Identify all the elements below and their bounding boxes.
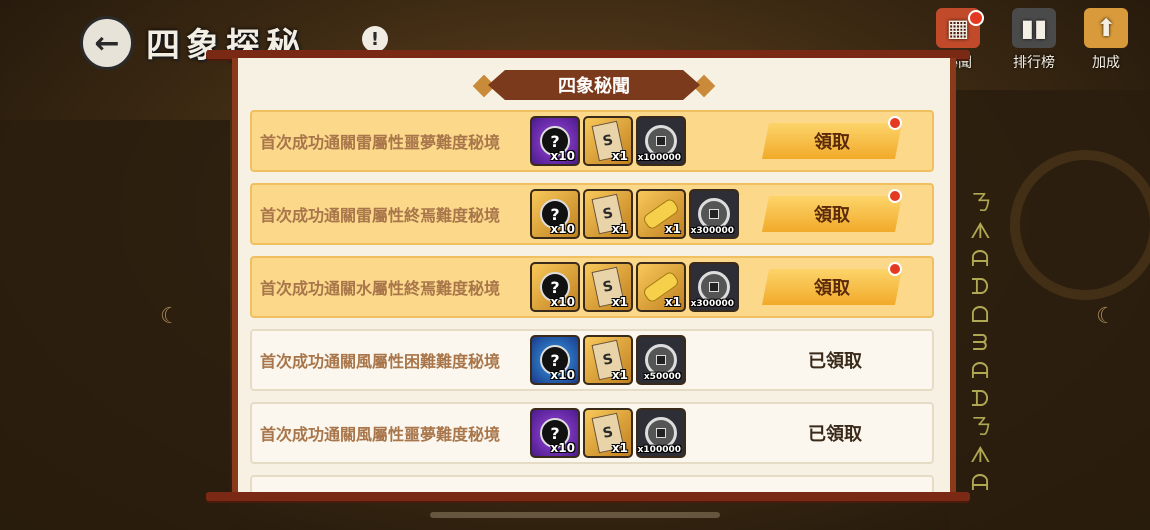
reward-item[interactable]: Sx1 (583, 189, 633, 239)
reward-count: x10 (550, 368, 575, 382)
reward-item[interactable]: x100000 (636, 116, 686, 166)
reward-count: x1 (611, 149, 628, 163)
reward-item[interactable]: ? x10 (530, 335, 580, 385)
reward-item[interactable]: Sx1 (583, 262, 633, 312)
ranking-button[interactable]: ▮▮ 排行榜 (1006, 8, 1062, 72)
notification-dot (888, 262, 902, 276)
reward-count: x10 (550, 149, 575, 163)
background-moon-decoration: ☾ (1096, 304, 1116, 329)
reward-count: x1 (664, 222, 681, 236)
rewards-panel: 四象秘聞 首次成功通關雷屬性噩夢難度秘境? x10 Sx1 x100000 領取 首次成功… (232, 58, 956, 498)
reward-item[interactable]: x300000 (689, 189, 739, 239)
reward-condition-text: 首次成功通關風屬性困難難度秘境 (260, 352, 501, 371)
reward-count: x50000 (643, 372, 681, 382)
top-icon-label: 加成 (1092, 55, 1120, 71)
notification-dot (968, 10, 984, 26)
reward-row: 首次成功通關水屬性終焉難度秘境? x10 Sx1 x1 x300000 領取 (250, 256, 934, 318)
bonus-icon: ⬆ (1084, 8, 1128, 48)
info-icon[interactable]: ! (362, 26, 388, 52)
notification-dot (888, 189, 902, 203)
top-icon-label: 排行榜 (1013, 55, 1055, 71)
home-indicator (430, 512, 720, 518)
reward-row: 首次成功通關風屬性噩夢難度秘境 ? x10 Sx1 x100000 已領取 (250, 402, 934, 464)
claimed-status-label: 已領取 (808, 424, 862, 445)
reward-count: x1 (611, 295, 628, 309)
reward-count: x1 (664, 295, 681, 309)
back-button[interactable]: ← (80, 16, 134, 70)
reward-item[interactable]: ? x10 (530, 189, 580, 239)
reward-item[interactable]: ? x10 (530, 116, 580, 166)
reward-count: x1 (611, 222, 628, 236)
claim-button[interactable]: 領取 (762, 123, 902, 159)
reward-items: ? x10 Sx1 x1 x300000 (530, 189, 739, 239)
reward-condition-text: 首次成功通關雷屬性噩夢難度秘境 (260, 133, 501, 152)
reward-count: x10 (550, 441, 575, 455)
side-rune-decoration: ㄋᗑᗩᗪᗝᗱᗩᗪㄋᗑᗩ (970, 191, 993, 496)
reward-row: 首次成功通關雷屬性終焉難度秘境? x10 Sx1 x1 x300000 領取 (250, 183, 934, 245)
claim-button[interactable]: 領取 (762, 196, 902, 232)
reward-item[interactable]: x50000 (636, 335, 686, 385)
claim-button[interactable]: 領取 (762, 269, 902, 305)
reward-item[interactable]: ? x10 (530, 408, 580, 458)
reward-condition-text: 首次成功通關風屬性噩夢難度秘境 (260, 425, 501, 444)
reward-count: x1 (611, 368, 628, 382)
claimed-status-label: 已領取 (808, 351, 862, 372)
reward-items: ? x10 Sx1 x50000 (530, 335, 686, 385)
reward-items: ? x10 Sx1 x1 x300000 (530, 262, 739, 312)
panel-title: 四象秘聞 (488, 70, 700, 100)
background-moon-decoration: ☾ (160, 304, 180, 329)
scroll-rod-bottom (206, 492, 970, 501)
reward-condition-text: 首次成功通關雷屬性終焉難度秘境 (260, 206, 501, 225)
notification-dot (888, 116, 902, 130)
reward-count: x1 (611, 441, 628, 455)
reward-item[interactable]: x100000 (636, 408, 686, 458)
reward-item[interactable]: x1 (636, 189, 686, 239)
reward-count: x100000 (637, 445, 681, 455)
reward-condition-text: 首次成功通關水屬性終焉難度秘境 (260, 279, 501, 298)
reward-count: x300000 (690, 299, 734, 309)
reward-count: x10 (550, 295, 575, 309)
reward-item[interactable]: Sx1 (583, 335, 633, 385)
ranking-icon: ▮▮ (1012, 8, 1056, 48)
background-wheel-decoration (1010, 150, 1150, 300)
reward-count: x100000 (637, 153, 681, 163)
reward-item[interactable]: Sx1 (583, 116, 633, 166)
reward-row: 首次成功通關風屬性困難難度秘境 ? x10 Sx1 x50000 已領取 (250, 329, 934, 391)
reward-items: ? x10 Sx1 x100000 (530, 116, 686, 166)
reward-item[interactable]: x300000 (689, 262, 739, 312)
background-building-left (0, 120, 230, 530)
bonus-button[interactable]: ⬆ 加成 (1078, 8, 1134, 72)
reward-items: ? x10 Sx1 x100000 (530, 408, 686, 458)
reward-item[interactable]: Sx1 (583, 408, 633, 458)
reward-item[interactable]: ? x10 (530, 262, 580, 312)
reward-item[interactable]: x1 (636, 262, 686, 312)
reward-count: x10 (550, 222, 575, 236)
reward-count: x300000 (690, 226, 734, 236)
reward-row: 首次成功通關雷屬性噩夢難度秘境 ? x10 Sx1 x100000 領取 (250, 110, 934, 172)
